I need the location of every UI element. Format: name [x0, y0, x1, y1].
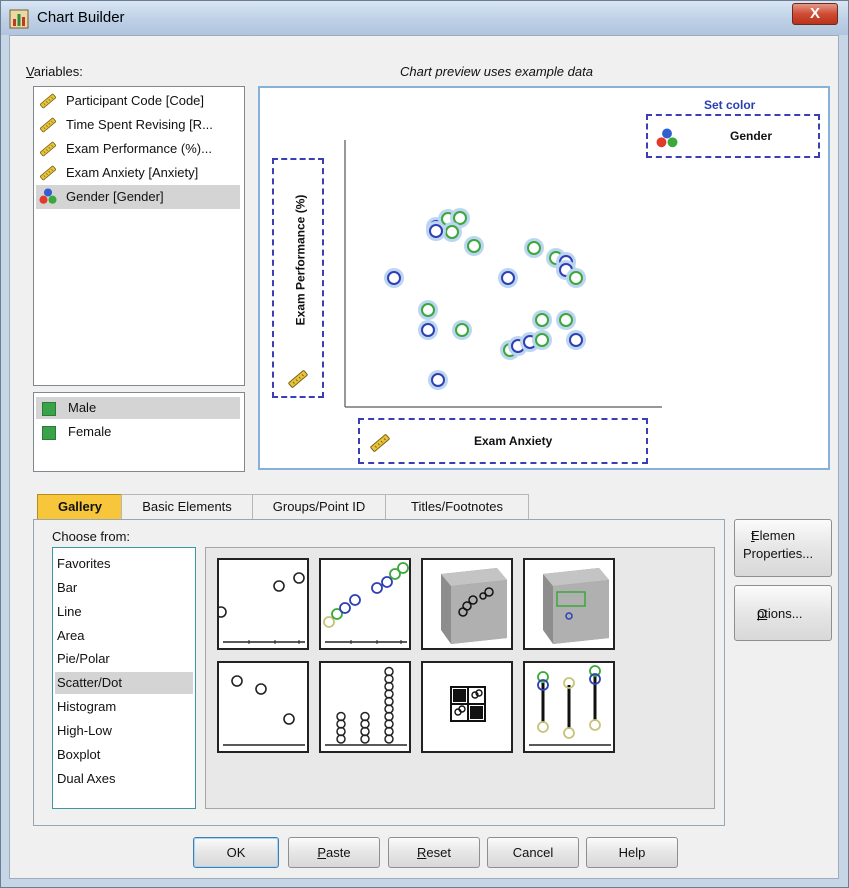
data-point-male [501, 271, 515, 285]
variable-item-exam-anxiety[interactable]: Exam Anxiety [Anxiety] [36, 161, 240, 185]
category-swatch-icon [42, 426, 56, 440]
scatter-preview-plot [344, 140, 662, 408]
set-color-drop-zone[interactable]: Gender [646, 114, 820, 158]
variable-item-participant-code[interactable]: Participant Code [Code] [36, 89, 240, 113]
variables-list[interactable]: Participant Code [Code] Time Spent Revis… [33, 86, 245, 386]
data-point-female [455, 323, 469, 337]
category-item-female[interactable]: Female [36, 421, 240, 443]
data-point-male [569, 333, 583, 347]
data-point-male [429, 224, 443, 238]
chart-type-boxplot[interactable]: Boxplot [55, 744, 193, 766]
chart-type-bar[interactable]: Bar [55, 577, 193, 599]
variable-label: Gender [Gender] [66, 189, 164, 204]
scale-ruler-icon [39, 93, 57, 109]
color-variable-label: Gender [730, 129, 773, 143]
category-label: Female [68, 424, 112, 439]
tab-gallery[interactable]: Gallery [37, 494, 123, 519]
drop-line-icon[interactable] [523, 661, 615, 753]
tab-groups-point-id[interactable]: Groups/Point ID [252, 494, 386, 519]
data-point-female [559, 313, 573, 327]
data-point-female [535, 333, 549, 347]
grouped-3d-scatter-icon[interactable] [523, 558, 615, 650]
set-color-label: Set color [704, 98, 756, 112]
variable-label: Exam Anxiety [Anxiety] [66, 165, 199, 180]
data-point-male [431, 373, 445, 387]
category-label: Male [68, 400, 97, 415]
y-axis-drop-zone[interactable]: Exam Performance (%) [272, 158, 324, 398]
summary-point-plot-icon[interactable] [217, 661, 309, 753]
y-axis-label: Exam Performance (%) [293, 194, 307, 326]
data-point-female [453, 211, 467, 225]
tab-titles-footnotes[interactable]: Titles/Footnotes [385, 494, 529, 519]
data-point-female [445, 225, 459, 239]
window-title: Chart Builder [37, 9, 125, 26]
scale-ruler-icon [287, 369, 309, 389]
variable-label: Time Spent Revising [R... [66, 117, 213, 132]
chart-type-dual-axes[interactable]: Dual Axes [55, 768, 193, 790]
data-point-female [467, 239, 481, 253]
tab-basic-elements[interactable]: Basic Elements [121, 494, 253, 519]
element-properties-button[interactable]: Elemen t Properties... [734, 519, 832, 577]
data-point-female [569, 271, 583, 285]
chart-type-area[interactable]: Area [55, 625, 193, 647]
data-point-male [387, 271, 401, 285]
preview-caption: Chart preview uses example data [400, 64, 593, 79]
close-button[interactable]: X [792, 3, 838, 25]
variable-label: Exam Performance (%)... [66, 141, 212, 156]
variables-label: Variables: [26, 64, 83, 79]
variable-item-time-spent-revising[interactable]: Time Spent Revising [R... [36, 113, 240, 137]
help-button[interactable]: Help [586, 837, 678, 868]
options-button[interactable]: Options... [734, 585, 832, 641]
chart-type-list[interactable]: Favorites Bar Line Area Pie/Polar Scatte… [52, 547, 196, 809]
category-swatch-icon [42, 402, 56, 416]
scale-ruler-icon [39, 117, 57, 133]
data-point-male [421, 323, 435, 337]
chart-type-pie-polar[interactable]: Pie/Polar [55, 648, 193, 670]
simple-3d-scatter-icon[interactable] [421, 558, 513, 650]
variable-label: Participant Code [Code] [66, 93, 205, 108]
data-point-female [535, 313, 549, 327]
variable-item-gender[interactable]: Gender [Gender] [36, 185, 240, 209]
scale-ruler-icon [39, 165, 57, 181]
scale-ruler-icon [39, 141, 57, 157]
reset-button[interactable]: Reset [388, 837, 480, 868]
category-item-male[interactable]: Male [36, 397, 240, 419]
x-axis-label: Exam Anxiety [474, 434, 553, 448]
paste-button[interactable]: Paste [288, 837, 380, 868]
chart-type-favorites[interactable]: Favorites [55, 553, 193, 575]
simple-dot-plot-icon[interactable] [319, 661, 411, 753]
chart-type-high-low[interactable]: High-Low [55, 720, 193, 742]
chart-type-line[interactable]: Line [55, 601, 193, 623]
chart-type-histogram[interactable]: Histogram [55, 696, 193, 718]
chart-builder-app-icon [9, 9, 29, 29]
nominal-circles-icon [39, 188, 57, 204]
ok-button[interactable]: OK [193, 837, 279, 868]
x-axis-drop-zone[interactable]: Exam Anxiety [358, 418, 648, 464]
simple-scatter-icon[interactable] [217, 558, 309, 650]
choose-from-label: Choose from: [52, 529, 131, 544]
chart-type-scatter-dot[interactable]: Scatter/Dot [55, 672, 193, 694]
cancel-button[interactable]: Cancel [487, 837, 579, 868]
chart-gallery [205, 547, 715, 809]
data-point-female [421, 303, 435, 317]
example-data-points [384, 208, 586, 390]
categories-list[interactable]: Male Female [33, 392, 245, 472]
scale-ruler-icon [369, 433, 391, 453]
title-bar[interactable]: Chart Builder X [1, 1, 848, 35]
variable-item-exam-performance[interactable]: Exam Performance (%)... [36, 137, 240, 161]
data-point-female [527, 241, 541, 255]
grouped-scatter-icon[interactable] [319, 558, 411, 650]
scatterplot-matrix-icon[interactable] [421, 661, 513, 753]
